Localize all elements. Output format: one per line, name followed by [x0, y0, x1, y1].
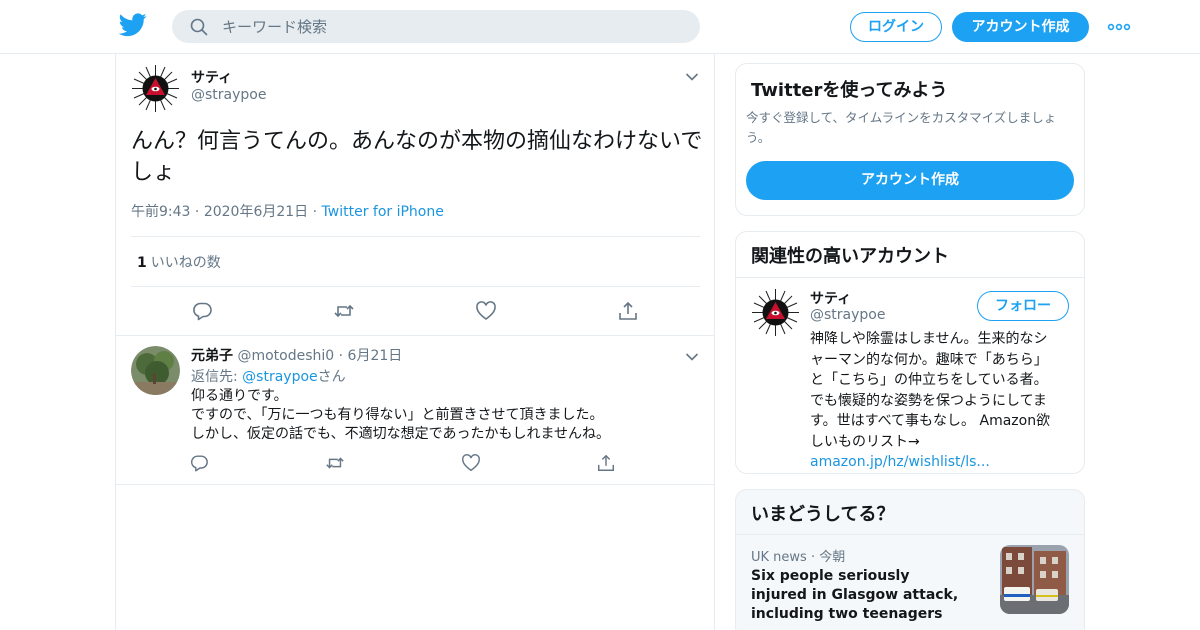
- bio-link[interactable]: amazon.jp/hz/wishlist/ls...: [810, 452, 1075, 473]
- bio-line: と「こちら」の仲立ちをしている者。: [810, 372, 1048, 388]
- main-column: サティ @straypoe んん？何言うてんの。あんなのが本物の摘仙なわけないで…: [115, 54, 715, 630]
- avatar[interactable]: [751, 288, 800, 337]
- divider: [116, 335, 714, 336]
- related-account-bio: 神降しや除霊はしません。生来的なシ ャーマン的な何か。趣味で「あちら」 と「こち…: [810, 329, 1075, 473]
- trend-time: 今朝: [819, 550, 846, 565]
- divider: [116, 484, 714, 485]
- separator-dot: ·: [810, 550, 816, 565]
- replying-to-suffix: さん: [317, 369, 346, 385]
- author-name[interactable]: サティ: [191, 67, 232, 87]
- separator-dot: ·: [338, 348, 344, 364]
- retweet-icon[interactable]: [333, 300, 355, 322]
- more-dots-icon[interactable]: [1107, 20, 1131, 34]
- top-navigation-bar: ログイン アカウント作成: [0, 0, 1200, 54]
- reply-header: 元弟子 @motodeshi0 · 6月21日: [191, 345, 402, 365]
- follow-button[interactable]: フォロー: [977, 291, 1069, 321]
- signup-card: Twitterを使ってみよう 今すぐ登録して、タイムラインをカスタマイズしましょ…: [735, 63, 1085, 216]
- related-accounts-card: 関連性の高いアカウント サティ @straypoe フォロー 神降しや除霊はしま…: [735, 231, 1085, 474]
- signup-card-button[interactable]: アカウント作成: [746, 161, 1074, 200]
- related-account-handle[interactable]: @straypoe: [810, 307, 885, 323]
- like-label: いいねの数: [150, 255, 221, 271]
- divider: [131, 236, 700, 237]
- twitter-bird-icon[interactable]: [119, 13, 147, 37]
- divider: [736, 277, 1084, 278]
- bio-line: ャーマン的な何か。趣味で「あちら」: [810, 351, 1048, 368]
- bio-line: す。世はすべて事もなし。 Amazon欲: [810, 413, 1051, 429]
- trend-headline[interactable]: Six people seriously injured in Glasgow …: [751, 567, 966, 624]
- like-stats[interactable]: 1 いいねの数: [137, 252, 221, 272]
- related-accounts-title: 関連性の高いアカウント: [751, 246, 949, 267]
- reply-text-line: 仰る通りです。: [191, 388, 288, 404]
- tweet-source-link[interactable]: Twitter for iPhone: [322, 204, 444, 220]
- like-icon[interactable]: [461, 453, 481, 473]
- avatar[interactable]: [131, 346, 180, 395]
- login-button[interactable]: ログイン: [850, 12, 942, 42]
- chevron-down-icon[interactable]: [685, 352, 699, 362]
- replying-to-prefix: 返信先:: [191, 369, 243, 385]
- divider: [131, 286, 700, 287]
- signup-card-description: 今すぐ登録して、タイムラインをカスタマイズしましょう。: [746, 110, 1057, 145]
- reply-author-name[interactable]: 元弟子: [191, 348, 233, 364]
- trend-meta: UK news · 今朝: [751, 546, 845, 565]
- like-count: 1: [137, 255, 147, 271]
- trends-title: いまどうしてる？: [751, 504, 895, 525]
- like-icon[interactable]: [475, 300, 497, 322]
- reply-text: 仰る通りです。 ですので、「万に一つも有り得ない」と前置きさせて頂きました。 し…: [191, 387, 691, 444]
- signup-button[interactable]: アカウント作成: [952, 12, 1089, 42]
- share-icon[interactable]: [596, 453, 616, 473]
- author-handle[interactable]: @straypoe: [191, 87, 266, 103]
- replying-to-handle[interactable]: @straypoe: [242, 369, 317, 385]
- trends-card: いまどうしてる？ UK news · 今朝 Six people serious…: [735, 489, 1085, 630]
- trend-source: UK news: [751, 550, 807, 565]
- tweet-metadata: 午前9:43 · 2020年6月21日 · Twitter for iPhone: [131, 201, 444, 221]
- bio-line: しいものリスト→: [810, 433, 920, 450]
- reply-author-handle[interactable]: @motodeshi0: [237, 348, 334, 364]
- tweet-text: んん？何言うてんの。あんなのが本物の摘仙なわけないでしょ: [131, 129, 703, 185]
- bio-line: でも懐疑的な姿勢を保つようにしてま: [810, 392, 1047, 409]
- reply-text-line: ですので、「万に一つも有り得ない」と前置きさせて頂きました。: [191, 407, 604, 423]
- chevron-down-icon[interactable]: [685, 72, 699, 82]
- tweet-time[interactable]: 午前9:43: [131, 204, 190, 220]
- avatar[interactable]: [131, 64, 180, 113]
- separator-dot: ·: [312, 204, 318, 220]
- search-icon: [190, 18, 208, 36]
- search-bar[interactable]: [172, 10, 700, 43]
- reply-icon[interactable]: [191, 300, 213, 322]
- search-input[interactable]: [222, 10, 682, 43]
- replying-to: 返信先: @straypoeさん: [191, 366, 346, 386]
- share-icon[interactable]: [617, 300, 639, 322]
- reply-date[interactable]: 6月21日: [348, 348, 403, 364]
- related-account-name[interactable]: サティ: [810, 288, 851, 308]
- divider: [736, 534, 1084, 535]
- reply-icon[interactable]: [189, 453, 209, 473]
- retweet-icon[interactable]: [325, 453, 345, 473]
- reply-text-line: しかし、仮定の話でも、不適切な想定であったかもしれませんね。: [191, 426, 611, 442]
- signup-card-title: Twitterを使ってみよう: [751, 80, 948, 101]
- tweet-date[interactable]: 2020年6月21日: [204, 204, 308, 220]
- bio-line: 神降しや除霊はしません。生来的なシ: [810, 331, 1048, 347]
- news-thumbnail[interactable]: [1000, 545, 1069, 614]
- separator-dot: ·: [194, 204, 200, 220]
